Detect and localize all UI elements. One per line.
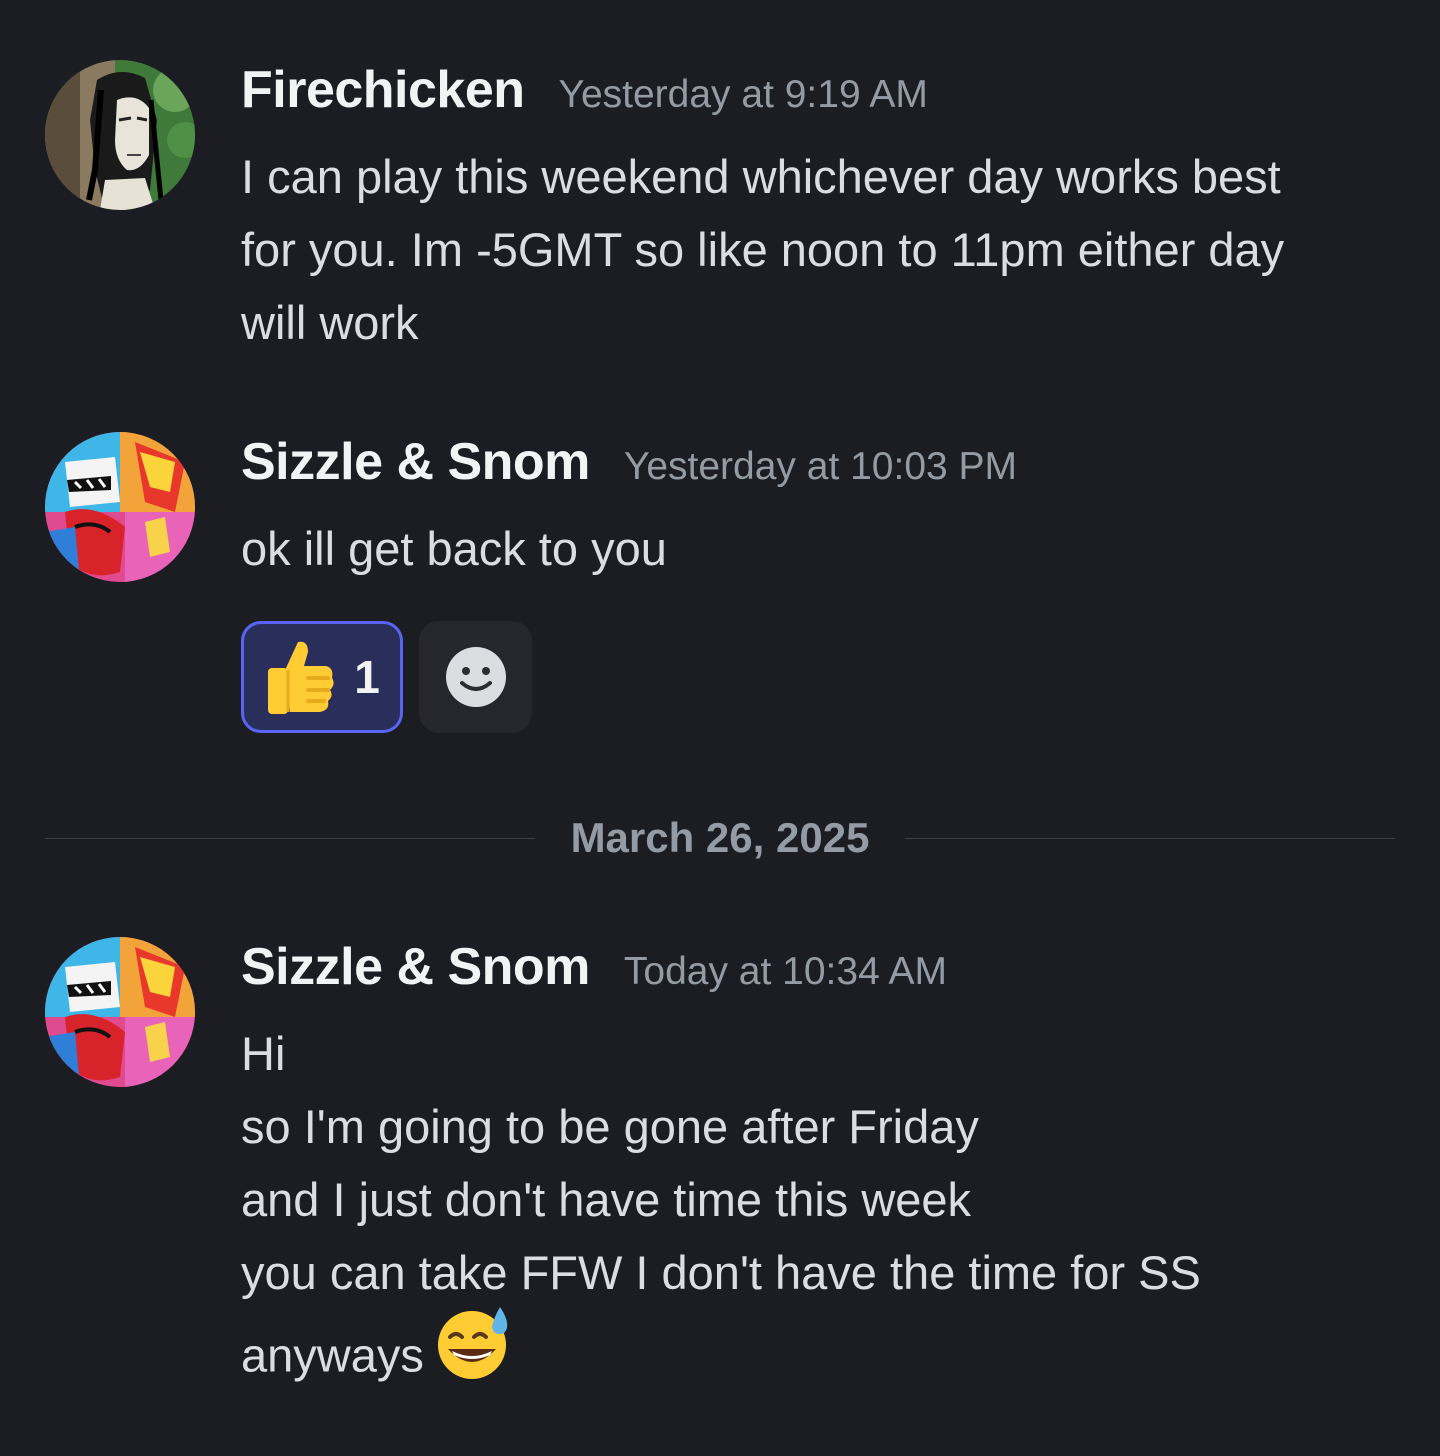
reaction-bar: 1 xyxy=(241,621,1380,733)
avatar-firechicken[interactable] xyxy=(45,60,195,210)
message-line-last: anyways xyxy=(241,1307,1380,1409)
message-line: will work xyxy=(241,296,419,349)
message-header: Sizzle & Snom Yesterday at 10:03 PM xyxy=(241,432,1380,512)
message-header: Sizzle & Snom Today at 10:34 AM xyxy=(241,937,1380,1017)
timestamp: Today at 10:34 AM xyxy=(623,950,947,993)
timestamp: Yesterday at 10:03 PM xyxy=(623,445,1018,488)
avatar-sizzle-snom[interactable] xyxy=(45,937,195,1087)
username[interactable]: Sizzle & Snom xyxy=(241,432,590,492)
message-line: you can take FFW I don't have the time f… xyxy=(241,1246,1201,1299)
message-line: so I'm going to be gone after Friday xyxy=(241,1100,979,1153)
divider-line xyxy=(905,838,1395,839)
username[interactable]: Sizzle & Snom xyxy=(241,937,590,997)
chat-view: Firechicken Yesterday at 9:19 AM I can p… xyxy=(0,0,1440,1456)
message-line: I can play this weekend whichever day wo… xyxy=(241,150,1281,203)
message-line: Hi xyxy=(241,1027,286,1080)
message-header: Firechicken Yesterday at 9:19 AM xyxy=(241,60,1380,140)
message-line: ok ill get back to you xyxy=(241,522,667,575)
smiley-icon xyxy=(445,647,506,707)
reaction-count: 1 xyxy=(354,651,380,703)
message-line: for you. Im -5GMT so like noon to 11pm e… xyxy=(241,223,1285,276)
timestamp: Yesterday at 9:19 AM xyxy=(558,73,928,116)
add-reaction-button[interactable] xyxy=(419,621,532,733)
username[interactable]: Firechicken xyxy=(241,60,525,120)
message-line-text: anyways xyxy=(241,1328,424,1382)
grinning-sweat-icon xyxy=(434,1303,514,1403)
thumbs-up-icon xyxy=(268,641,334,714)
message-line: and I just don't have time this week xyxy=(241,1173,972,1226)
reaction-thumbs-up[interactable]: 1 xyxy=(241,621,403,733)
avatar-sizzle-snom[interactable] xyxy=(45,432,195,582)
